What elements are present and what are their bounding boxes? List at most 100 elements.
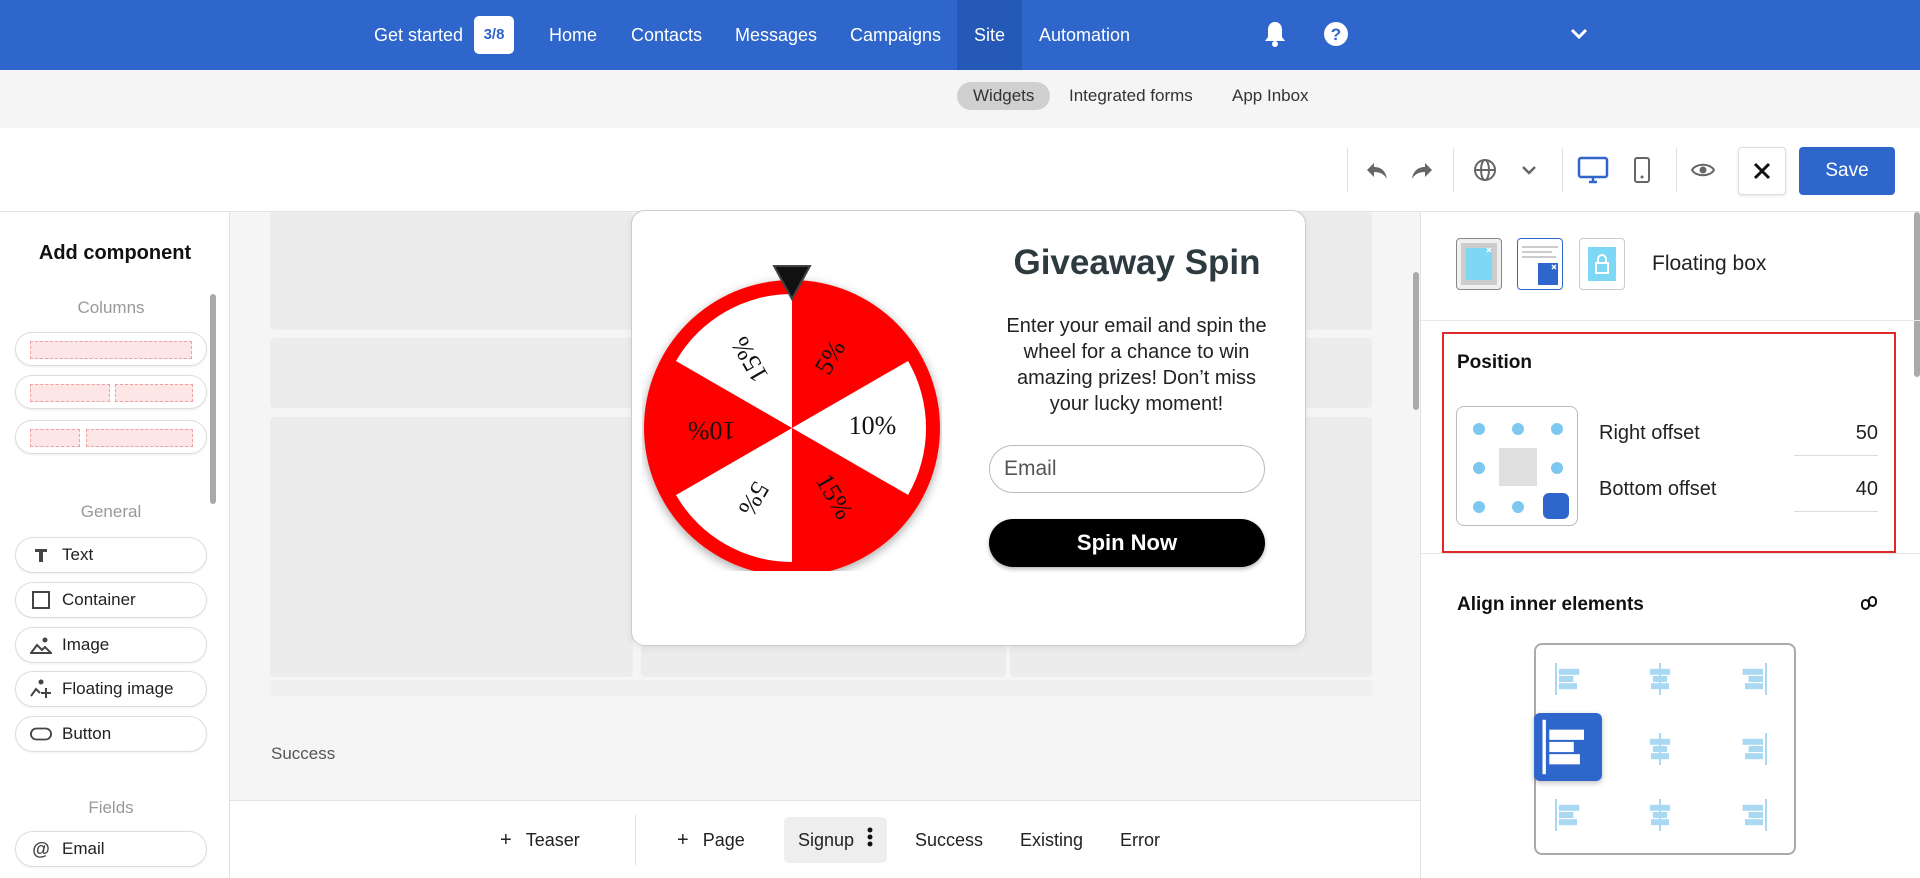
eye-icon[interactable] [1683, 150, 1723, 190]
plus-icon: + [500, 829, 512, 851]
subnav-app-inbox[interactable]: App Inbox [1232, 82, 1309, 110]
spin-now-button[interactable]: Spin Now [989, 519, 1265, 567]
tab-error[interactable]: Error [1120, 817, 1160, 863]
component-text[interactable]: Text [15, 537, 207, 573]
anchor-middle-right[interactable] [1551, 462, 1563, 474]
component-image-label: Image [62, 635, 110, 654]
toolbar-divider [1562, 148, 1563, 192]
anchor-top-center[interactable] [1512, 423, 1524, 435]
mobile-icon[interactable] [1622, 150, 1662, 190]
chevron-down-icon[interactable] [1570, 26, 1588, 44]
undo-icon[interactable] [1357, 150, 1397, 190]
align-top-left-icon[interactable] [1550, 659, 1590, 699]
field-email[interactable]: @ Email [15, 831, 207, 867]
layout-title: Floating box [1652, 252, 1767, 275]
section-divider [1421, 320, 1920, 321]
popup-description: Enter your email and spin the wheel for … [1006, 315, 1267, 415]
anchor-middle-left[interactable] [1473, 462, 1485, 474]
component-image[interactable]: Image [15, 627, 207, 663]
floating-image-icon [30, 679, 52, 699]
align-top-right-icon[interactable] [1732, 659, 1772, 699]
one-column-layout[interactable] [15, 332, 207, 366]
wheel-segment-label: 10% [688, 416, 736, 445]
align-middle-left-icon[interactable] [1534, 713, 1602, 781]
position-anchor-grid[interactable] [1456, 406, 1578, 526]
component-container[interactable]: Container [15, 582, 207, 618]
align-middle-right-icon[interactable] [1732, 729, 1772, 769]
align-middle-center-icon[interactable] [1640, 729, 1680, 769]
plus-icon: + [677, 829, 689, 851]
anchor-bottom-left[interactable] [1473, 501, 1485, 513]
component-floating-image[interactable]: Floating image [15, 671, 207, 707]
layout-locked-icon[interactable] [1579, 238, 1625, 290]
add-teaser-label: Teaser [525, 830, 580, 850]
canvas-scrollbar[interactable] [1413, 272, 1419, 410]
align-bottom-left-icon[interactable] [1550, 795, 1590, 835]
two-column-layout[interactable] [15, 375, 207, 409]
layout-modal-icon[interactable] [1456, 238, 1502, 290]
chevron-down-icon[interactable] [1509, 150, 1549, 190]
text-icon [30, 545, 52, 565]
column-cell [30, 341, 192, 359]
layout-floating-box-icon[interactable] [1517, 238, 1563, 290]
image-icon [30, 635, 52, 655]
nav-campaigns[interactable]: Campaigns [850, 0, 941, 70]
email-input[interactable]: Email [989, 445, 1265, 493]
align-bottom-center-icon[interactable] [1640, 795, 1680, 835]
redo-icon[interactable] [1402, 150, 1442, 190]
anchor-bottom-center[interactable] [1512, 501, 1524, 513]
component-button-label: Button [62, 724, 112, 743]
right-panel-scrollbar[interactable] [1914, 212, 1920, 377]
spin-wheel-popup[interactable]: 5% 10% 15% 5% 10% 15% Giveaway Spin Enter you… [631, 210, 1306, 646]
button-icon [30, 724, 52, 744]
nav-contacts[interactable]: Contacts [631, 0, 702, 70]
tab-existing[interactable]: Existing [1020, 817, 1083, 863]
nav-site[interactable]: Site [957, 0, 1022, 70]
desktop-icon[interactable] [1573, 150, 1613, 190]
add-component-panel: Add component Columns General Text Conta… [0, 212, 230, 878]
group-fields-label: Fields [88, 798, 134, 817]
nav-automation[interactable]: Automation [1039, 0, 1130, 70]
nav-messages[interactable]: Messages [735, 0, 817, 70]
prize-wheel[interactable]: 5% 10% 15% 5% 10% 15% [642, 261, 942, 576]
align-grid [1534, 643, 1796, 855]
field-email-label: Email [62, 839, 105, 858]
one-third-two-thirds-layout[interactable] [15, 420, 207, 454]
tab-signup[interactable]: Signup [784, 817, 888, 864]
nav-get-started[interactable]: Get started [374, 0, 463, 70]
anchor-bottom-right-selected[interactable] [1543, 493, 1569, 519]
component-button[interactable]: Button [15, 716, 207, 752]
align-bottom-right-icon[interactable] [1732, 795, 1772, 835]
help-icon[interactable]: ? [1323, 21, 1349, 49]
subnav-widgets[interactable]: Widgets [957, 82, 1051, 110]
left-panel-scrollbar[interactable] [210, 294, 216, 504]
subnav-integrated-forms[interactable]: Integrated forms [1069, 82, 1193, 110]
tab-success[interactable]: Success [915, 817, 983, 863]
nav-home[interactable]: Home [549, 0, 597, 70]
component-floating-image-label: Floating image [62, 679, 174, 698]
progress-badge[interactable]: 3/8 [474, 16, 514, 54]
anchor-top-left[interactable] [1473, 423, 1485, 435]
bottom-offset-input[interactable]: 40 [1794, 478, 1878, 512]
bell-icon[interactable] [1262, 20, 1288, 50]
placeholder-block [270, 338, 633, 408]
bottom-offset-label: Bottom offset [1599, 478, 1717, 500]
column-cell [30, 384, 110, 402]
container-icon [30, 590, 52, 610]
anchor-top-right[interactable] [1551, 423, 1563, 435]
globe-icon[interactable] [1465, 150, 1505, 190]
component-container-label: Container [62, 590, 136, 609]
align-top-center-icon[interactable] [1640, 659, 1680, 699]
align-inner-title: Align inner elements [1457, 594, 1644, 615]
add-page-button[interactable]: + Page [677, 817, 745, 863]
save-button[interactable]: Save [1799, 147, 1895, 195]
right-offset-input[interactable]: 50 [1794, 422, 1878, 456]
unlink-icon[interactable] [1860, 594, 1878, 617]
close-button[interactable] [1738, 147, 1786, 195]
more-vertical-icon[interactable] [867, 818, 873, 864]
tabs-divider [635, 815, 636, 865]
group-general-label: General [80, 502, 142, 521]
tab-signup-label: Signup [798, 830, 855, 850]
position-title: Position [1457, 352, 1532, 373]
add-teaser-button[interactable]: + Teaser [500, 817, 580, 863]
